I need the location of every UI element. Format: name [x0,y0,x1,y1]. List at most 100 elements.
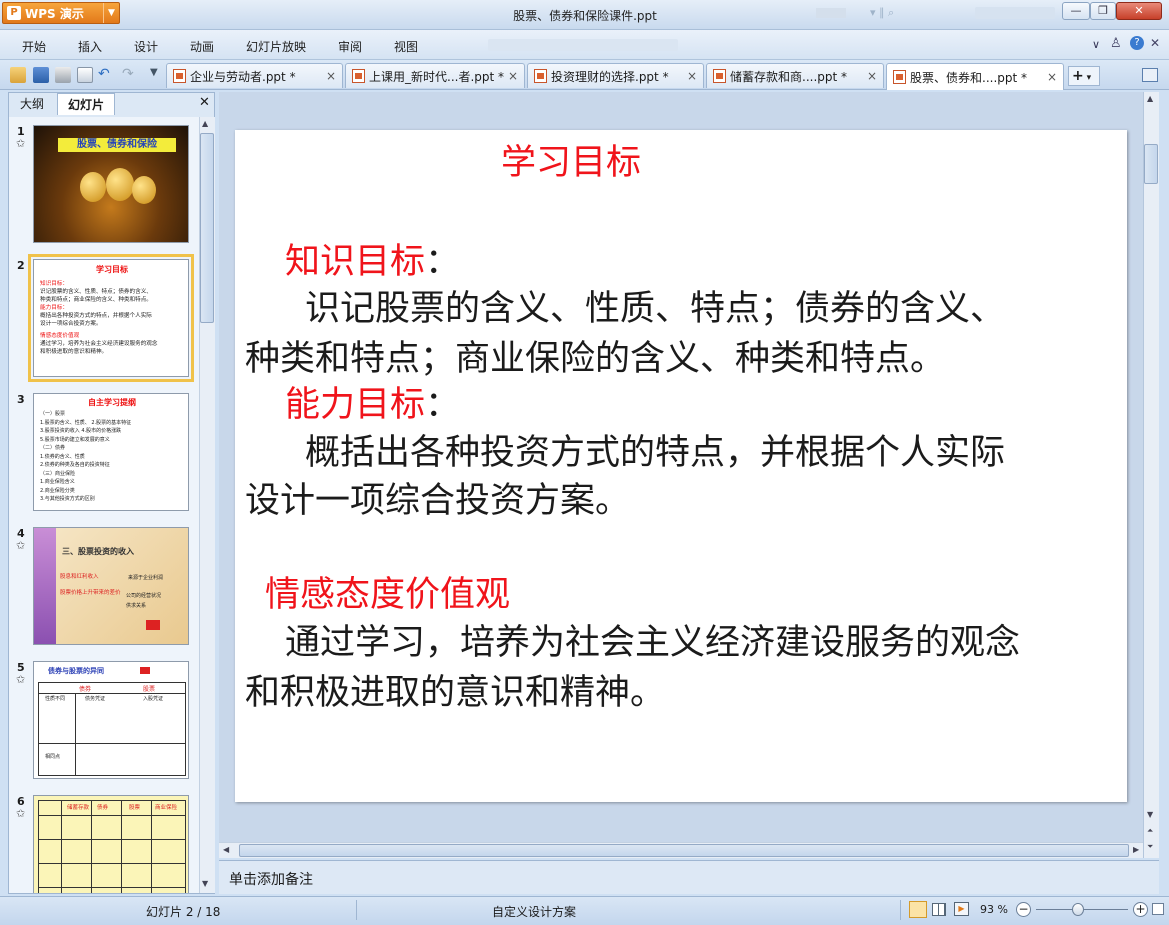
prev-slide-icon[interactable]: ⏶ [1147,826,1153,836]
table-rule [61,801,62,893]
thumb-line: 2.债券的种类及各自的投资特征 [40,462,110,468]
tab-doc-1[interactable]: 企业与劳动者.ppt * × [166,63,343,88]
slide-thumbnail-2[interactable]: 学习目标 知识目标： 识记股票的含义、性质、特点；债券的含义、 种类和特点；商业… [28,254,194,382]
ability-heading[interactable]: 能力目标： [285,382,460,428]
chevron-down-icon[interactable]: ∨ [1092,38,1100,51]
ability-head-text: 能力目标 [285,385,426,425]
knowledge-text-line[interactable]: 种类和特点；商业保险的含义、种类和特点。 [245,336,945,382]
thumb-title: 学习目标 [96,265,128,274]
zoom-slider-handle[interactable] [1072,903,1084,916]
knowledge-text-line[interactable]: 识记股票的含义、性质、特点；债券的含义、 [305,286,1005,332]
print-icon[interactable] [55,67,71,83]
slide-canvas[interactable]: 学习目标 知识目标： 识记股票的含义、性质、特点；债券的含义、 种类和特点；商业… [235,130,1127,802]
ability-text-line[interactable]: 设计一项综合投资方案。 [245,478,630,524]
slide-thumbnail-3[interactable]: 自主学习提纲 （一）股票 1.股票的含义、性质、 2.股票的基本特征 3.股票投… [33,393,189,511]
slide-thumbnail-5[interactable]: 债券与股票的异同 债券 股票 性质不同 债务凭证 入股凭证 相同点 [33,661,189,779]
thumb-line: 通过学习，培养为社会主义经济建设服务的观念 [40,341,158,347]
tab-list-icon[interactable] [1142,68,1158,82]
tab-doc-3[interactable]: 投资理财的选择.ppt * × [527,63,704,88]
thumb-line: 识记股票的含义、性质、特点；债券的含义、 [40,289,152,295]
chevron-down-icon: ▼ [103,3,119,23]
tab-slides[interactable]: 幻灯片 [57,93,115,115]
table-rule [39,743,185,744]
tab-doc-4[interactable]: 储蓄存款和商....ppt * × [706,63,884,88]
thumbnail-list: 1 ✩ 股票、债券和保险 2 学习目标 知识目标： 识记股票的含义、性质、特点；… [9,117,199,893]
slideshow-view-icon[interactable]: ▶ [954,902,969,916]
ability-text-line[interactable]: 概括出各种投资方式的特点，并根据个人实际 [305,430,1005,476]
close-icon[interactable]: × [1047,70,1057,84]
menu-home[interactable]: 开始 [22,38,46,55]
slide-thumbnail-1[interactable]: 股票、债券和保险 [33,125,189,243]
tab-label: 股票、债券和....ppt * [910,70,1028,85]
slide-title[interactable]: 学习目标 [501,140,641,186]
scroll-right-icon[interactable]: ▶ [1133,845,1139,854]
thumb-line: 1.债券的含义、性质 [40,453,85,460]
maximize-button[interactable]: ❐ [1090,2,1116,20]
slide-editor: 学习目标 知识目标： 识记股票的含义、性质、特点；债券的含义、 种类和特点；商业… [219,92,1159,858]
window-title: 股票、债券和保险课件.ppt [513,9,657,23]
scroll-up-icon[interactable]: ▲ [1147,94,1153,103]
thumbnail-scrollbar[interactable]: ▲ ▼ [199,117,215,893]
knowledge-heading[interactable]: 知识目标： [285,239,460,285]
close-icon[interactable]: × [508,69,518,83]
print-preview-icon[interactable] [77,67,93,83]
close-icon[interactable]: ✕ [1150,36,1160,50]
editor-vertical-scrollbar[interactable]: ▲ ▼ ⏶ ⏷ [1143,92,1159,858]
emotion-text-line[interactable]: 和积极进取的意识和精神。 [245,670,665,716]
scrollbar-thumb[interactable] [200,133,214,323]
open-icon[interactable] [10,67,26,83]
tab-doc-5[interactable]: 股票、债券和....ppt * × [886,63,1064,90]
tab-label: 企业与劳动者.ppt * [190,69,296,84]
menu-animation[interactable]: 动画 [190,38,214,55]
wps-menu-button[interactable]: P WPS 演示 ▼ [2,2,120,24]
new-tab-button[interactable]: + ▾ [1068,66,1100,86]
emotion-heading[interactable]: 情感态度价值观 [265,572,510,618]
slide-thumbnail-4[interactable]: 三、股票投资的收入 股息和红利收入 股票价格上升带来的差价 来源于企业利润 公司… [33,527,189,645]
notes-pane[interactable]: 单击添加备注 [219,860,1159,894]
undo-icon[interactable]: ↶ [98,66,110,82]
scroll-down-icon[interactable]: ▼ [1147,810,1153,819]
skin-icon[interactable]: ♙ [1110,36,1122,51]
ppt-file-icon [713,69,726,83]
menu-view[interactable]: 视图 [394,38,418,55]
slide-thumbnail-6[interactable]: 储蓄存款 债券 股票 商业保险 [33,795,189,893]
scroll-left-icon[interactable]: ◀ [223,845,229,854]
zoom-in-icon[interactable]: + [1133,902,1148,917]
scrollbar-thumb[interactable] [239,844,1129,857]
thumb-cell: 储蓄存款 [67,805,90,811]
minimize-button[interactable]: — [1062,2,1090,20]
chevron-down-icon[interactable]: ▼ [150,67,158,78]
save-icon[interactable] [33,67,49,83]
menu-insert[interactable]: 插入 [78,38,102,55]
redo-icon[interactable]: ↷ [122,66,134,82]
close-panel-icon[interactable]: ✕ [199,95,210,110]
normal-view-icon[interactable] [909,901,927,918]
scroll-up-icon[interactable]: ▲ [202,119,208,128]
tab-label: 投资理财的选择.ppt * [551,69,669,84]
close-button[interactable]: ✕ [1116,2,1162,20]
tab-doc-2[interactable]: 上课用_新时代...者.ppt * × [345,63,525,88]
table-rule [39,693,185,694]
design-template-name: 自定义设计方案 [492,905,577,919]
scroll-down-icon[interactable]: ▼ [202,879,208,888]
next-slide-icon[interactable]: ⏷ [1147,842,1153,852]
thumb-line: 概括出各种投资方式的特点，并根据个人实际 [40,313,152,319]
editor-horizontal-scrollbar[interactable]: ◀ ▶ [219,842,1143,858]
menu-review[interactable]: 审阅 [338,38,362,55]
menu-design[interactable]: 设计 [134,38,158,55]
close-icon[interactable]: × [867,69,877,83]
fit-window-icon[interactable] [1152,903,1164,915]
status-bar: 幻灯片 2 / 18 自定义设计方案 ▶ 93 % − + [0,896,1169,925]
menu-slideshow[interactable]: 幻灯片放映 [246,38,306,55]
close-icon[interactable]: × [326,69,336,83]
sorter-view-icon[interactable] [932,903,946,916]
thumb-cell: 商业保险 [155,805,178,811]
emotion-text-line[interactable]: 通过学习，培养为社会主义经济建设服务的观念 [285,620,1020,666]
zoom-out-icon[interactable]: − [1016,902,1031,917]
scrollbar-thumb[interactable] [1144,144,1158,184]
thumb-line: 来源于企业利润 [128,575,164,581]
tab-outline[interactable]: 大纲 [11,93,53,115]
table-rule [121,801,122,893]
close-icon[interactable]: × [687,69,697,83]
help-icon[interactable]: ? [1130,36,1144,50]
